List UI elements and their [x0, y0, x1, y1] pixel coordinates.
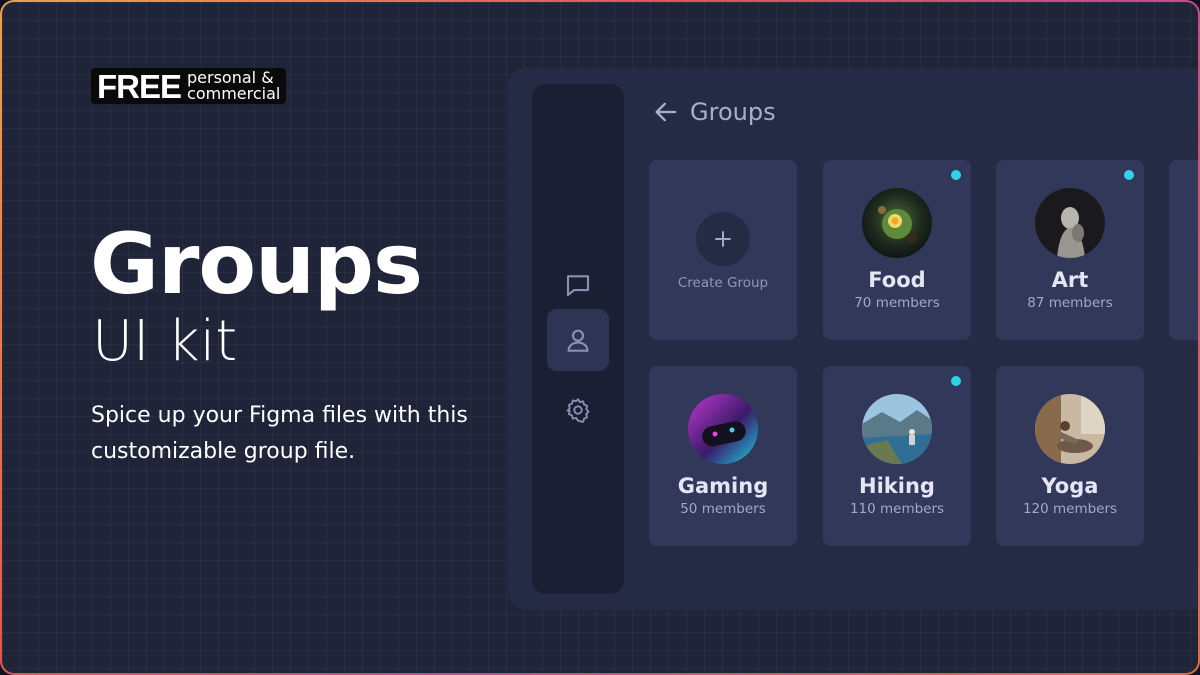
online-indicator	[951, 170, 961, 180]
group-avatar-food	[862, 188, 932, 258]
group-avatar-gaming	[688, 394, 758, 464]
online-indicator	[951, 376, 961, 386]
hero-subtitle: UI kit	[92, 309, 238, 374]
group-name: Art	[1051, 268, 1089, 292]
plus-icon	[715, 231, 731, 247]
canvas: FREE personal & commercial Groups UI kit…	[2, 2, 1198, 673]
group-avatar-yoga	[1035, 394, 1105, 464]
hero-description: Spice up your Figma files with this cust…	[91, 403, 468, 464]
group-members: 50 members	[680, 501, 766, 517]
create-group-card[interactable]: Create Group	[649, 160, 797, 340]
create-group-label: Create Group	[677, 275, 769, 291]
chat-icon	[566, 275, 590, 297]
group-avatar-hiking	[862, 394, 932, 464]
arrow-left-icon[interactable]	[652, 98, 680, 126]
group-members: 87 members	[1027, 295, 1113, 311]
badge-sub: personal & commercial	[187, 70, 280, 102]
group-card-hiking[interactable]: Hiking 110 members	[823, 366, 971, 546]
group-members: 120 members	[1022, 501, 1118, 517]
rail-chat-button[interactable]	[547, 254, 609, 316]
app-header: Groups	[652, 98, 776, 126]
group-name: Food	[868, 268, 926, 292]
group-card-yoga[interactable]: Yoga 120 members	[996, 366, 1144, 546]
license-badge: FREE personal & commercial	[91, 67, 287, 105]
rail-user-button[interactable]	[547, 309, 609, 371]
group-avatar-art	[1035, 188, 1105, 258]
group-card-food[interactable]: Food 70 members	[823, 160, 971, 340]
page-title: Groups	[690, 98, 776, 126]
create-group-button[interactable]	[696, 212, 750, 266]
frame: FREE personal & commercial Groups UI kit…	[0, 0, 1200, 675]
group-members: 70 members	[854, 295, 940, 311]
badge-free: FREE	[97, 67, 182, 105]
hero-title: Groups	[90, 215, 423, 313]
group-card-gaming[interactable]: Gaming 50 members	[649, 366, 797, 546]
group-card-art[interactable]: Art 87 members	[996, 160, 1144, 340]
online-indicator	[1124, 170, 1134, 180]
group-name: Hiking	[859, 474, 935, 498]
badge-line2: commercial	[187, 84, 281, 103]
app-panel: Groups Create Group Food 70 members Art …	[508, 68, 1198, 610]
group-name: Gaming	[677, 474, 769, 498]
group-members: 110 members	[849, 501, 945, 517]
settings-icon	[566, 398, 590, 423]
group-card-partial[interactable]	[1169, 160, 1198, 340]
rail-settings-button[interactable]	[547, 379, 609, 441]
user-icon	[567, 329, 589, 352]
nav-rail	[532, 84, 624, 594]
group-name: Yoga	[1041, 474, 1099, 498]
